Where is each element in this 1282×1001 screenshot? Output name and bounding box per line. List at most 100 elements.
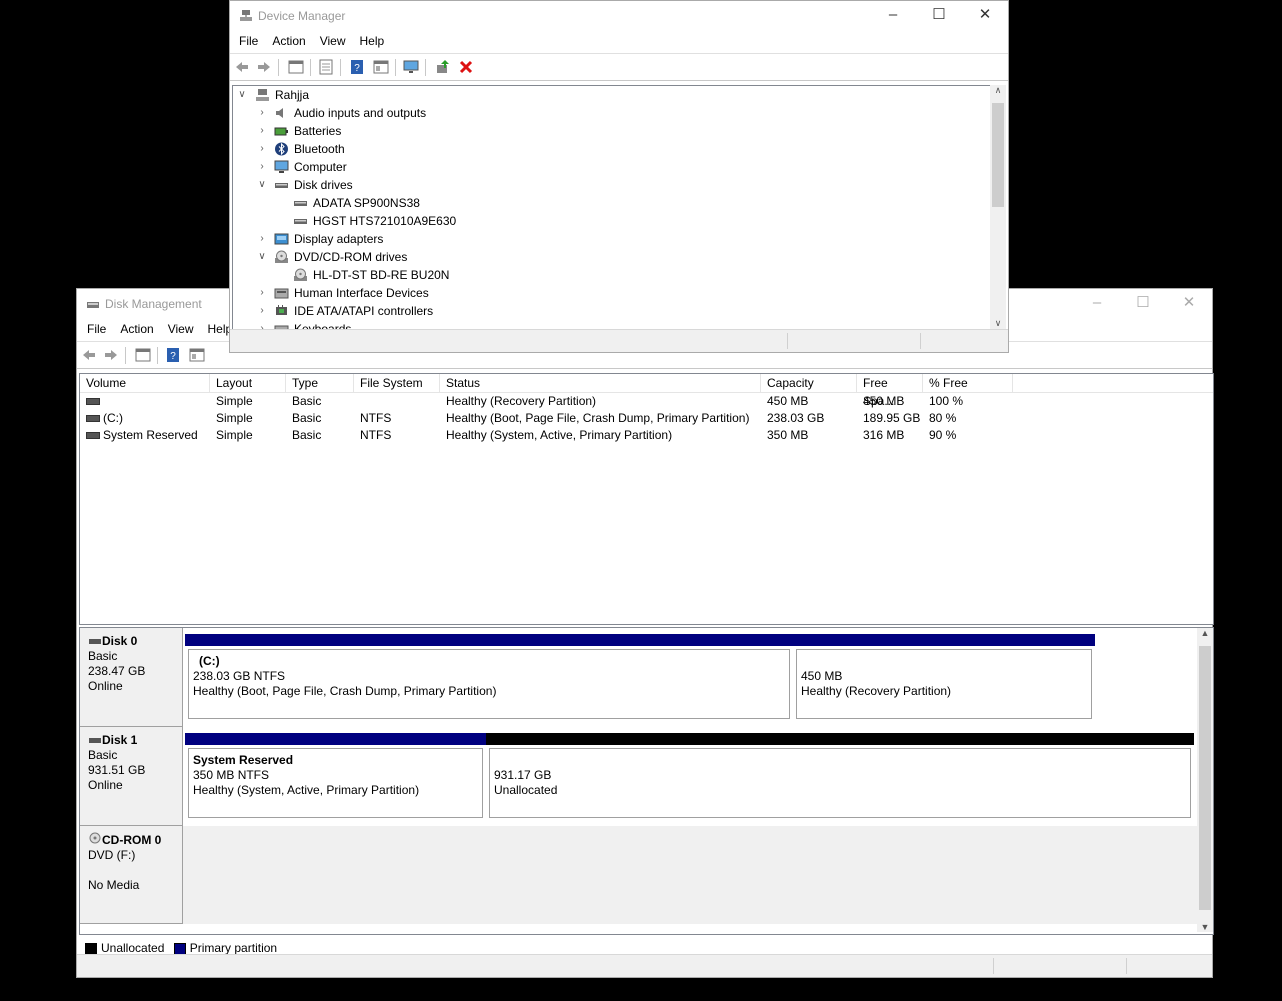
speaker-icon bbox=[276, 108, 283, 118]
toolbar-separator bbox=[395, 59, 396, 76]
chevron-right-icon[interactable]: › bbox=[257, 140, 267, 158]
console-tree-icon[interactable] bbox=[288, 59, 304, 75]
chevron-down-icon[interactable]: ∨ bbox=[257, 248, 267, 266]
minimize-button[interactable]: – bbox=[870, 1, 916, 31]
monitor-icon bbox=[274, 160, 289, 173]
tree-item-label: ADATA SP900NS38 bbox=[313, 196, 420, 210]
forward-arrow-icon[interactable] bbox=[103, 347, 119, 363]
menu-action[interactable]: Action bbox=[113, 318, 160, 340]
menu-help[interactable]: Help bbox=[353, 30, 392, 52]
disk-icon bbox=[89, 639, 101, 644]
disk-name: Disk 0 bbox=[102, 634, 138, 648]
col-free-space[interactable]: Free Spa... bbox=[857, 374, 923, 408]
scroll-up-arrow-icon[interactable]: ∧ bbox=[990, 85, 1006, 96]
chevron-right-icon[interactable]: › bbox=[257, 284, 267, 302]
table-row[interactable]: (C:) Simple Basic NTFS Healthy (Boot, Pa… bbox=[80, 410, 1213, 427]
menu-view[interactable]: View bbox=[161, 318, 201, 340]
close-button[interactable]: ✕ bbox=[962, 1, 1008, 31]
update-driver-icon[interactable] bbox=[435, 59, 451, 75]
window-title: Disk Management bbox=[105, 297, 202, 311]
partition-body: 450 MB Healthy (Recovery Partition) bbox=[796, 649, 1092, 719]
back-arrow-icon[interactable] bbox=[81, 347, 97, 363]
status-bar bbox=[77, 954, 1212, 977]
tree-item-label: IDE ATA/ATAPI controllers bbox=[294, 304, 434, 318]
cell-free: 450 MB bbox=[863, 394, 905, 408]
col-layout[interactable]: Layout bbox=[210, 374, 286, 392]
minimize-button[interactable]: – bbox=[1074, 289, 1120, 319]
menu-file[interactable]: File bbox=[77, 318, 113, 340]
disk-management-app-icon bbox=[87, 302, 99, 308]
toolbar-separator bbox=[340, 59, 341, 76]
console-tree-icon[interactable] bbox=[135, 347, 151, 363]
disk-type: DVD (F:) bbox=[88, 848, 136, 862]
cell-pct: 90 % bbox=[929, 428, 957, 442]
partition-unallocated[interactable]: 931.17 GB Unallocated bbox=[486, 733, 1194, 821]
scroll-thumb[interactable] bbox=[992, 103, 1004, 207]
scroll-down-arrow-icon[interactable]: ▼ bbox=[1197, 922, 1213, 932]
device-tree-scrollbar[interactable]: ∧ ∨ bbox=[990, 85, 1006, 329]
close-button[interactable]: ✕ bbox=[1166, 289, 1212, 319]
display-adapter-icon bbox=[274, 233, 289, 245]
toolbar-separator bbox=[157, 347, 158, 364]
col-volume[interactable]: Volume bbox=[80, 374, 210, 392]
status-separator bbox=[787, 333, 788, 349]
partition-c[interactable]: (C:) 238.03 GB NTFS Healthy (Boot, Page … bbox=[185, 634, 793, 722]
graphical-view-scrollbar[interactable]: ▲ ▼ bbox=[1197, 628, 1213, 932]
col-file-system[interactable]: File System bbox=[354, 374, 440, 392]
scroll-up-arrow-icon[interactable]: ▲ bbox=[1197, 628, 1213, 638]
disk-1-info[interactable]: Disk 1 Basic 931.51 GB Online bbox=[80, 727, 183, 826]
cell-status: Healthy (Boot, Page File, Crash Dump, Pr… bbox=[446, 411, 750, 425]
uninstall-device-icon[interactable] bbox=[458, 59, 474, 75]
chevron-down-icon[interactable]: ∨ bbox=[237, 86, 247, 104]
primary-partition-bar bbox=[185, 733, 486, 745]
cell-layout: Simple bbox=[216, 428, 253, 442]
cell-status: Healthy (Recovery Partition) bbox=[446, 394, 597, 408]
chevron-right-icon[interactable]: › bbox=[257, 104, 267, 122]
properties-icon[interactable] bbox=[189, 347, 205, 363]
table-row[interactable]: Simple Basic Healthy (Recovery Partition… bbox=[80, 393, 1213, 410]
forward-arrow-icon[interactable] bbox=[256, 59, 272, 75]
device-manager-app-icon bbox=[240, 10, 252, 21]
help-icon[interactable]: ? bbox=[349, 59, 365, 75]
cell-capacity: 238.03 GB bbox=[767, 411, 825, 425]
disk-0-info[interactable]: Disk 0 Basic 238.47 GB Online bbox=[80, 628, 183, 727]
cell-pct: 100 % bbox=[929, 394, 964, 408]
col-status[interactable]: Status bbox=[440, 374, 761, 392]
disk-state: Online bbox=[88, 679, 123, 693]
cell-type: Basic bbox=[292, 411, 322, 425]
chevron-down-icon[interactable]: ∨ bbox=[257, 176, 267, 194]
table-row[interactable]: System Reserved Simple Basic NTFS Health… bbox=[80, 427, 1213, 444]
primary-partition-bar bbox=[793, 634, 1095, 646]
help-icon[interactable]: ? bbox=[165, 347, 181, 363]
computer-icon bbox=[256, 89, 269, 101]
status-separator bbox=[920, 333, 921, 349]
cell-capacity: 350 MB bbox=[767, 428, 809, 442]
maximize-button[interactable]: ☐ bbox=[916, 1, 962, 31]
menu-action[interactable]: Action bbox=[265, 30, 312, 52]
cell-free: 316 MB bbox=[863, 428, 905, 442]
console-view-icon[interactable] bbox=[373, 59, 389, 75]
scan-hardware-icon[interactable] bbox=[403, 59, 419, 75]
col-capacity[interactable]: Capacity bbox=[761, 374, 857, 392]
chevron-right-icon[interactable]: › bbox=[257, 158, 267, 176]
disk-drive-icon bbox=[294, 201, 307, 206]
scroll-down-arrow-icon[interactable]: ∨ bbox=[990, 318, 1006, 329]
partition-system-reserved[interactable]: System Reserved 350 MB NTFS Healthy (Sys… bbox=[185, 733, 486, 821]
chevron-right-icon[interactable]: › bbox=[257, 122, 267, 140]
col-type[interactable]: Type bbox=[286, 374, 354, 392]
partition-recovery[interactable]: 450 MB Healthy (Recovery Partition) bbox=[793, 634, 1095, 722]
menu-view[interactable]: View bbox=[313, 30, 353, 52]
back-arrow-icon[interactable] bbox=[234, 59, 250, 75]
cdrom-0-info[interactable]: CD-ROM 0 DVD (F:) No Media bbox=[80, 826, 183, 924]
maximize-button[interactable]: ☐ bbox=[1120, 289, 1166, 319]
chevron-right-icon[interactable]: › bbox=[257, 302, 267, 320]
device-manager-titlebar[interactable]: Device Manager – ☐ ✕ bbox=[230, 1, 1008, 31]
partition-status: Healthy (System, Active, Primary Partiti… bbox=[193, 783, 420, 797]
properties-icon[interactable] bbox=[318, 59, 334, 75]
chevron-right-icon[interactable]: › bbox=[257, 230, 267, 248]
scroll-thumb[interactable] bbox=[1199, 646, 1211, 910]
cell-capacity: 450 MB bbox=[767, 394, 809, 408]
menu-file[interactable]: File bbox=[230, 30, 265, 52]
col-percent-free[interactable]: % Free bbox=[923, 374, 1013, 392]
